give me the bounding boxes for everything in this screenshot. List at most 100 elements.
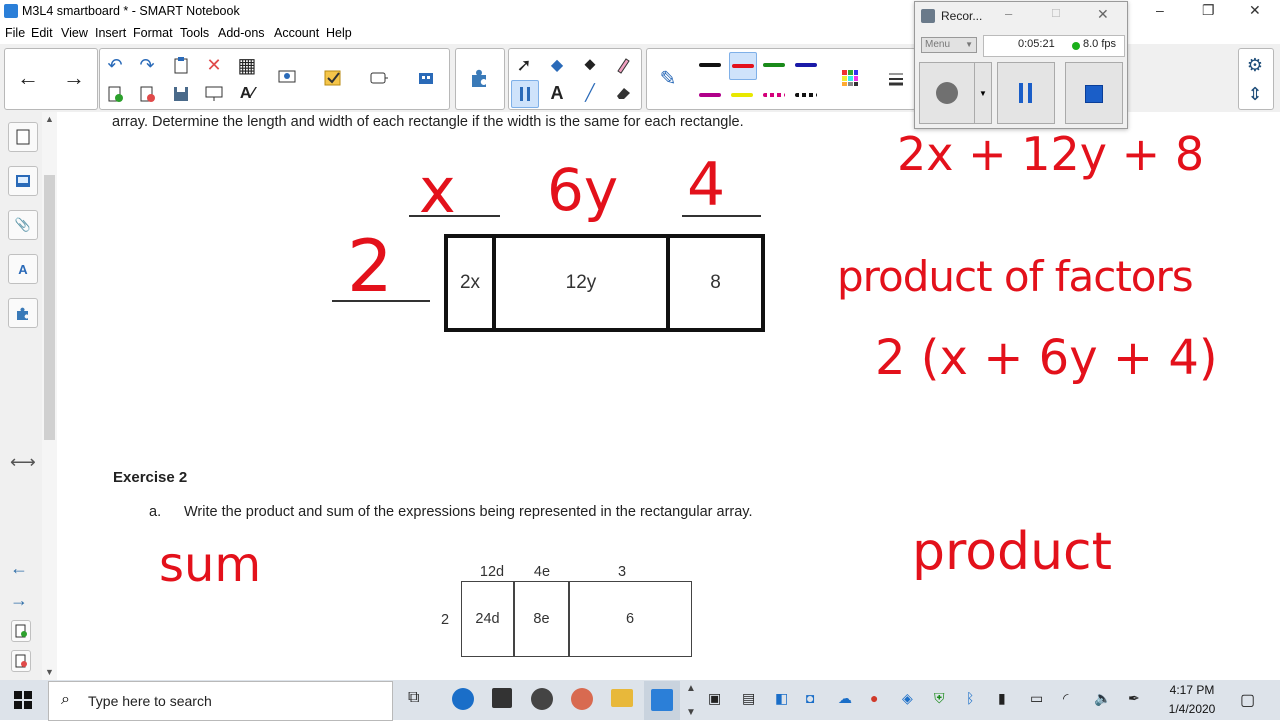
pen-color-magenta-dashed[interactable] [761,82,787,108]
clock-time[interactable]: 4:17 PM [1163,683,1221,697]
text-tool-button[interactable]: A [544,80,570,106]
pen-color-black-dashed[interactable] [793,82,819,108]
widgets-button[interactable] [466,65,492,91]
addons-tab[interactable] [8,298,38,328]
edge-browser-icon[interactable] [452,688,474,710]
close-button[interactable]: ✕ [1249,2,1261,19]
activity-builder-button[interactable] [366,65,392,91]
pen-color-blue[interactable] [793,52,819,78]
save-button[interactable] [168,81,194,107]
clock-date[interactable]: 1/4/2020 [1163,702,1221,716]
pens-tool-button[interactable] [511,80,539,108]
store-icon[interactable] [492,688,512,708]
onedrive-icon[interactable]: ☁ [838,690,852,707]
bluetooth-icon[interactable]: ᛒ [966,690,974,706]
pen-color-purple[interactable] [697,82,723,108]
pause-button[interactable] [997,62,1055,124]
tray-app-icon[interactable]: ◈ [902,690,913,707]
record-button[interactable] [919,62,975,124]
magic-pen-button[interactable] [610,52,636,78]
recorder-menu-dropdown[interactable]: Menu ▼ [921,37,977,53]
wifi-icon[interactable]: ◜ [1063,690,1068,707]
redo-button[interactable]: ↷ [134,52,160,78]
collapse-panel-button[interactable]: ⟷ [10,452,36,473]
pen-color-red[interactable] [729,52,757,80]
screen-shade-button[interactable] [201,81,227,107]
smart-notebook-taskbar-button[interactable] [644,681,680,720]
menu-view[interactable]: View [61,26,88,40]
response-button[interactable] [320,65,346,91]
settings-button[interactable]: ⚙ [1242,52,1268,78]
tray-app-icon[interactable]: ◧ [775,690,788,707]
previous-page-side-button[interactable]: ← [10,558,28,579]
chrome-icon[interactable]: ● [870,690,878,706]
line-style-button[interactable] [883,65,909,91]
attachments-tab[interactable]: 📎 [8,210,38,240]
menu-tools[interactable]: Tools [180,26,209,40]
recorder-close-button[interactable]: ✕ [1097,6,1109,23]
menu-help[interactable]: Help [326,26,352,40]
next-page-side-button[interactable]: → [10,590,28,611]
tray-app-icon[interactable]: ▤ [742,690,755,707]
document-camera-button[interactable] [274,65,300,91]
paste-button[interactable] [168,52,194,78]
start-button[interactable] [14,691,32,714]
eraser-tool-button[interactable] [610,80,636,106]
menu-add-ons[interactable]: Add-ons [218,26,265,40]
menu-file[interactable]: File [5,26,25,40]
task-view-icon[interactable]: ⧉ [408,689,419,707]
taskbar-search-box[interactable]: ⌕ Type here to search [48,681,393,721]
stop-button[interactable] [1065,62,1123,124]
select-tool-button[interactable]: ➚ [511,52,537,78]
restore-button[interactable]: ❐ [1202,2,1215,19]
file-explorer-icon[interactable] [611,689,633,707]
delete-button[interactable]: ✕ [201,52,227,78]
undo-button[interactable]: ↶ [102,52,128,78]
color-palette-button[interactable] [837,65,863,91]
pen-workspace-icon[interactable]: ✒ [1128,690,1140,707]
notifications-icon[interactable]: ▢ [1240,690,1255,710]
toolbar-position-button[interactable]: ⇕ [1242,81,1268,107]
scroll-down-arrow-icon[interactable]: ▼ [45,667,54,677]
menu-insert[interactable]: Insert [95,26,126,40]
menu-format[interactable]: Format [133,26,173,40]
xbox-icon[interactable] [531,688,553,710]
taskbar-overflow-up-icon[interactable]: ▲ [686,683,696,694]
arrow-right-icon: → [63,65,85,90]
menu-account[interactable]: Account [274,26,319,40]
minimize-button[interactable]: – [1156,2,1164,18]
gallery-tab[interactable] [8,166,38,196]
scrollbar-thumb[interactable] [44,175,55,440]
insert-table-button[interactable]: ▦ [234,52,260,78]
text-tools-button[interactable]: A⁄ [234,81,260,107]
usb-device-icon[interactable]: ▮ [998,690,1006,707]
battery-icon[interactable]: ▭ [1030,690,1043,707]
recorder-minimize-button[interactable]: – [1005,6,1012,21]
record-options-button[interactable]: ▼ [974,62,992,124]
paint-app-icon[interactable] [571,688,593,710]
add-page-side-button[interactable] [11,620,31,642]
delete-page-button[interactable] [134,81,160,107]
properties-tab[interactable]: A [8,254,38,284]
fill-tool-button[interactable]: ⬥ [577,52,603,78]
volume-icon[interactable]: 🔈 [1094,690,1111,707]
next-page-button[interactable]: → [61,65,87,91]
pen-type-button[interactable]: ✎ [655,65,681,91]
tray-app-icon[interactable]: ◘ [806,690,814,706]
security-shield-icon[interactable]: ⛨ [934,690,945,707]
line-tool-button[interactable]: ╱ [577,80,603,106]
notebook-page-canvas[interactable]: array. Determine the length and width of… [57,112,1280,680]
menu-edit[interactable]: Edit [31,26,53,40]
pen-color-black[interactable] [697,52,723,78]
addons-button[interactable] [413,65,439,91]
taskbar-overflow-down-icon[interactable]: ▼ [686,707,696,718]
pen-color-yellow[interactable] [729,82,755,108]
shapes-tool-button[interactable]: ◆ [544,52,570,78]
scroll-up-arrow-icon[interactable]: ▲ [45,114,54,124]
tray-app-icon[interactable]: ▣ [708,690,721,707]
pen-color-green[interactable] [761,52,787,78]
add-page-button[interactable] [102,81,128,107]
previous-page-button[interactable]: ← [15,65,41,91]
delete-page-side-button[interactable] [11,650,31,672]
page-sorter-tab[interactable] [8,122,38,152]
